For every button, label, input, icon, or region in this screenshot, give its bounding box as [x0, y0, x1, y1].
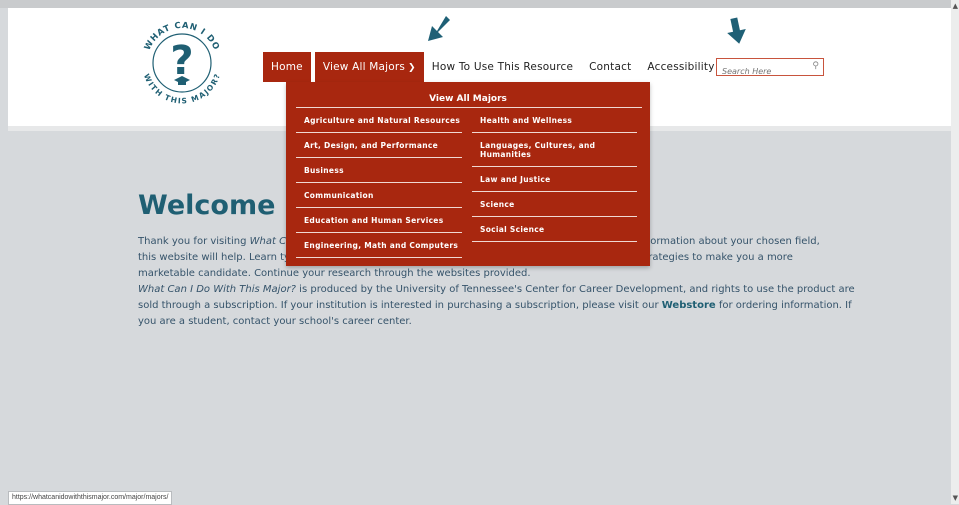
- text-span: this website will help. Learn typ: [138, 252, 297, 263]
- major-category-link[interactable]: Business: [296, 158, 462, 183]
- text-span: sold through a subscription. If your ins…: [138, 300, 662, 311]
- major-category-link[interactable]: Science: [472, 192, 637, 217]
- site-logo[interactable]: WHAT CAN I DO WITH THIS MAJOR? ?: [133, 14, 231, 112]
- major-category-link[interactable]: Art, Design, and Performance: [296, 133, 462, 158]
- search-input[interactable]: [717, 63, 810, 80]
- webstore-link[interactable]: Webstore: [662, 300, 716, 311]
- chevron-down-icon: ❯: [408, 63, 416, 73]
- major-category-link[interactable]: Languages, Cultures, and Humanities: [472, 133, 637, 167]
- search-box: ⚲: [716, 58, 824, 80]
- nav-accessibility-label: Accessibility: [647, 61, 715, 73]
- dropdown-title[interactable]: View All Majors: [286, 94, 650, 104]
- nav-accessibility[interactable]: Accessibility: [639, 52, 722, 82]
- major-category-link[interactable]: Education and Human Services: [296, 208, 462, 233]
- major-category-link[interactable]: Law and Justice: [472, 167, 637, 192]
- paragraph-line: sold through a subscription. If your ins…: [138, 298, 852, 314]
- nav-view-all-majors[interactable]: View All Majors ❯: [314, 52, 424, 82]
- scroll-down-arrow-icon[interactable]: ▼: [953, 494, 958, 502]
- text-span: ormation about your chosen field,: [650, 236, 820, 247]
- text-span: trategies to make you a more: [644, 252, 793, 263]
- paragraph-line: marketable candidate. Continue your rese…: [138, 268, 531, 279]
- scroll-up-arrow-icon[interactable]: ▲: [953, 2, 958, 10]
- paragraph-line: What Can I Do With This Major? is produc…: [138, 282, 855, 298]
- down-left-arrow-icon: [428, 16, 450, 41]
- window-top-frame: [0, 0, 959, 8]
- major-category-link[interactable]: Social Science: [472, 217, 637, 242]
- welcome-heading: Welcome: [138, 190, 276, 221]
- dropdown-left-column: Agriculture and Natural Resources Art, D…: [296, 108, 462, 258]
- nav-contact-label: Contact: [589, 61, 632, 73]
- search-icon[interactable]: ⚲: [812, 61, 819, 71]
- nav-home[interactable]: Home: [263, 52, 311, 82]
- vertical-scrollbar[interactable]: ▲ ▼: [951, 0, 959, 504]
- major-category-link[interactable]: Communication: [296, 183, 462, 208]
- major-category-link[interactable]: Health and Wellness: [472, 108, 637, 133]
- nav-contact[interactable]: Contact: [581, 52, 639, 82]
- major-category-link[interactable]: Agriculture and Natural Resources: [296, 108, 462, 133]
- text-span-italic: What Can I Do With This Major?: [138, 284, 296, 295]
- nav-how-to-use-label: How To Use This Resource: [431, 61, 574, 73]
- text-span: is produced by the University of Tenness…: [296, 284, 855, 295]
- nav-view-all-majors-label: View All Majors: [322, 61, 406, 73]
- status-bar-url: https://whatcanidowiththismajor.com/majo…: [8, 491, 173, 505]
- text-span: Thank you for visiting: [138, 236, 250, 247]
- paragraph-line: you are a student, contact your school's…: [138, 316, 412, 327]
- major-category-link[interactable]: Engineering, Math and Computers: [296, 233, 462, 258]
- down-arrow-icon: [727, 17, 746, 44]
- nav-home-label: Home: [271, 61, 303, 73]
- nav-how-to-use[interactable]: How To Use This Resource: [424, 52, 581, 82]
- majors-dropdown-menu: View All Majors Agriculture and Natural …: [286, 82, 650, 266]
- main-navigation: Home View All Majors ❯ How To Use This Re…: [263, 52, 723, 82]
- dropdown-right-column: Health and Wellness Languages, Cultures,…: [472, 108, 637, 242]
- text-span: for ordering information. If: [715, 300, 852, 311]
